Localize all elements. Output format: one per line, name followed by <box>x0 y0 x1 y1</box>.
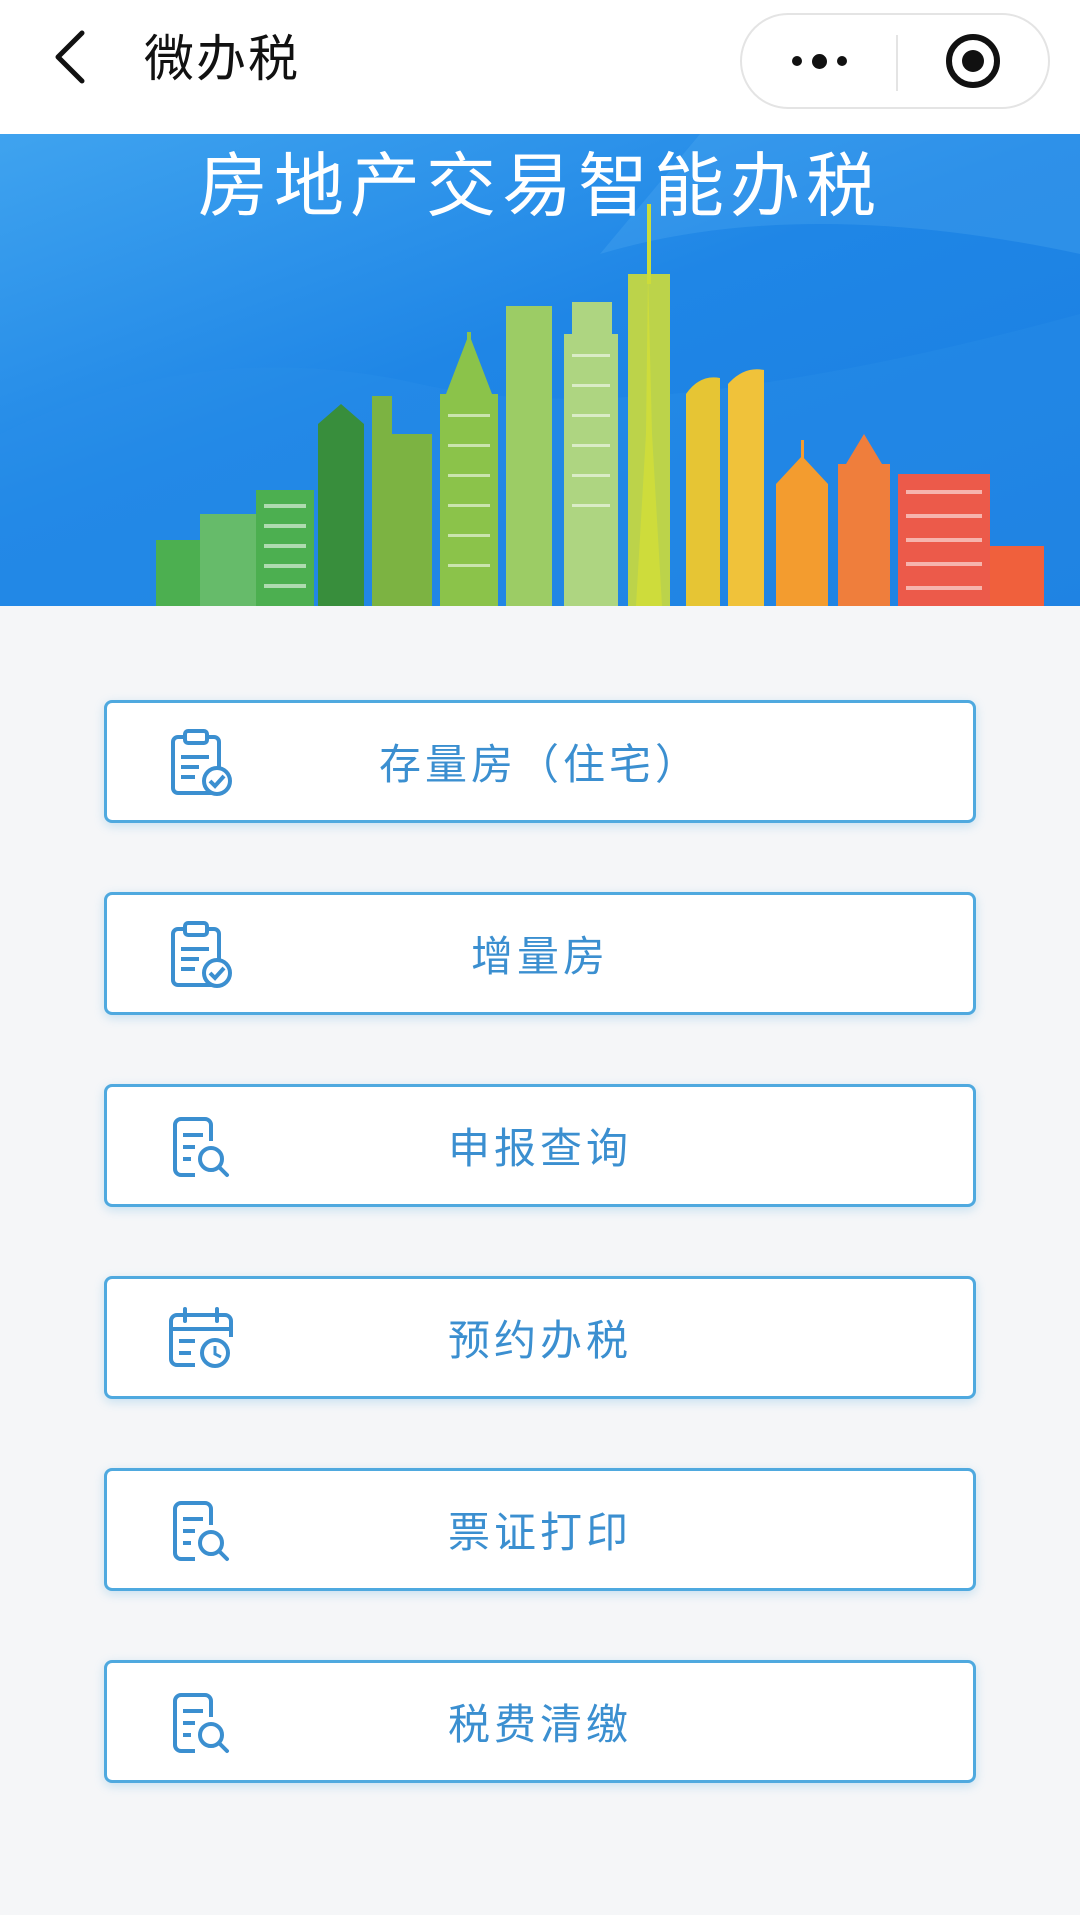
record-circle-icon <box>946 34 1000 88</box>
menu-item-label: 税费清缴 <box>447 1700 632 1749</box>
menu-item-existing-housing[interactable]: 存量房（住宅） <box>104 700 976 823</box>
chevron-left-icon <box>55 30 85 84</box>
hero-banner: 房地产交易智能办税 <box>0 134 1080 606</box>
close-mini-program-button[interactable] <box>898 15 1048 107</box>
back-button[interactable] <box>40 22 100 92</box>
service-menu: 存量房（住宅） 增量房 申报查询 预约办税 票证打印 税费清缴 <box>104 700 976 1852</box>
menu-item-appointment[interactable]: 预约办税 <box>104 1276 976 1399</box>
more-dots-icon-end <box>836 56 847 66</box>
menu-item-declaration-query[interactable]: 申报查询 <box>104 1084 976 1207</box>
menu-item-label: 增量房 <box>470 932 609 981</box>
more-dots-icon-center <box>811 53 827 69</box>
menu-item-label: 申报查询 <box>447 1124 632 1173</box>
menu-item-label: 票证打印 <box>447 1508 632 1557</box>
menu-item-label: 存量房（住宅） <box>378 740 701 789</box>
menu-item-ticket-print[interactable]: 票证打印 <box>104 1468 976 1591</box>
banner-title: 房地产交易智能办税 <box>198 145 882 227</box>
menu-item-tax-clearance[interactable]: 税费清缴 <box>104 1660 976 1783</box>
mini-program-capsule <box>740 13 1050 109</box>
menu-item-new-housing[interactable]: 增量房 <box>104 892 976 1015</box>
navigation-bar: 微办税 <box>0 0 1080 134</box>
more-button[interactable] <box>742 15 896 107</box>
menu-item-label: 预约办税 <box>447 1316 632 1365</box>
more-dots-icon <box>791 56 802 66</box>
page-title: 微办税 <box>144 30 300 88</box>
